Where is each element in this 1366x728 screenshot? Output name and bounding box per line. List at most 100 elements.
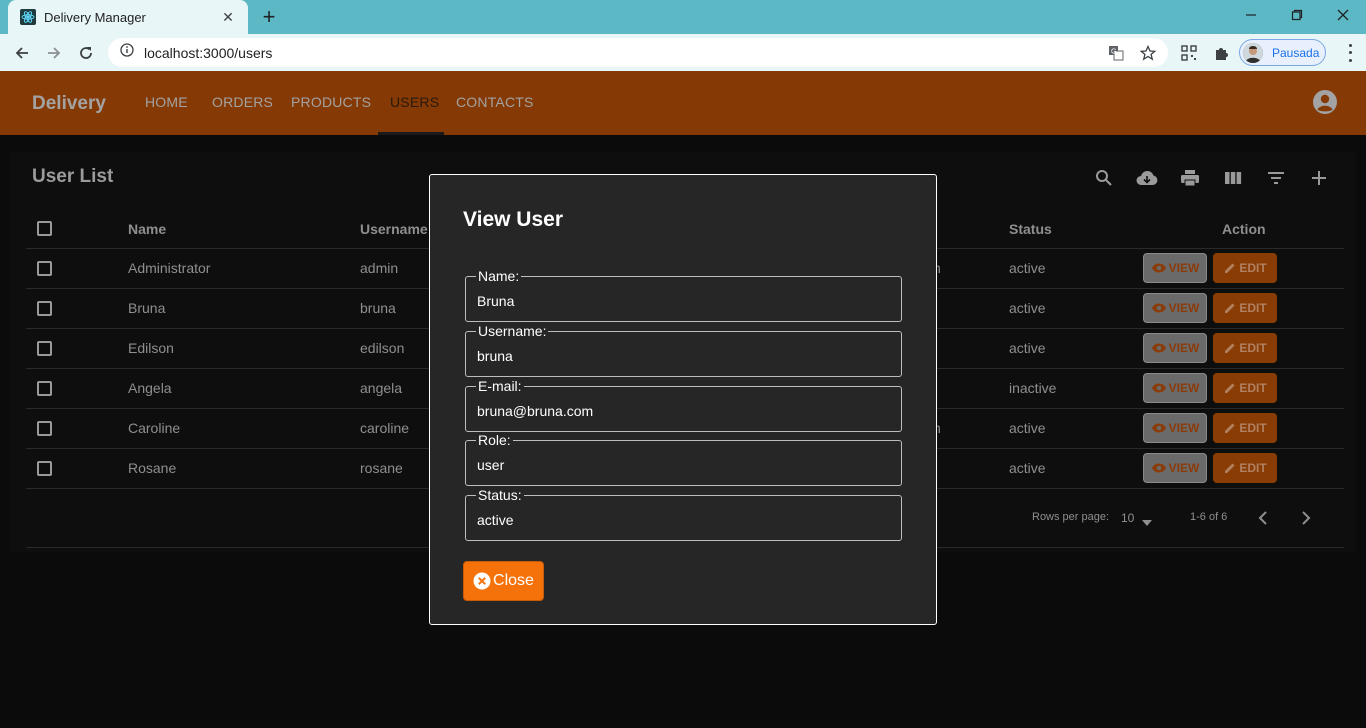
site-info-icon[interactable]: [120, 43, 134, 62]
view-button[interactable]: VIEW: [1143, 413, 1207, 443]
columns-icon[interactable]: [1222, 167, 1244, 189]
profile-label: Pausada: [1272, 45, 1320, 60]
chevron-down-icon[interactable]: [1142, 513, 1152, 531]
role-field[interactable]: Role: user: [465, 432, 902, 486]
row-checkbox[interactable]: [37, 301, 52, 316]
view-button[interactable]: VIEW: [1143, 373, 1207, 403]
eye-icon: [1151, 263, 1166, 273]
nav-orders[interactable]: ORDERS: [212, 94, 273, 110]
cell-status: active: [1009, 300, 1046, 316]
email-field[interactable]: E-mail: bruna@bruna.com: [465, 378, 902, 432]
row-checkbox[interactable]: [37, 461, 52, 476]
row-checkbox[interactable]: [37, 261, 52, 276]
cell-username: edilson: [360, 340, 405, 356]
browser-tab[interactable]: Delivery Manager ✕: [8, 0, 248, 34]
address-bar[interactable]: localhost:3000/users G: [108, 38, 1168, 67]
pencil-icon: [1225, 343, 1235, 353]
close-tab-icon[interactable]: ✕: [220, 9, 236, 25]
view-button[interactable]: VIEW: [1143, 253, 1207, 283]
dialog-title: View User: [463, 208, 564, 231]
cell-name: Angela: [128, 380, 172, 396]
select-all-checkbox[interactable]: [37, 221, 52, 236]
cell-status: active: [1009, 260, 1046, 276]
row-checkbox[interactable]: [37, 421, 52, 436]
browser-toolbar: localhost:3000/users G Pausada: [0, 34, 1366, 71]
qr-code-icon[interactable]: [1179, 43, 1199, 63]
account-circle-icon[interactable]: [1312, 89, 1338, 115]
edit-button[interactable]: EDIT: [1213, 333, 1277, 363]
print-icon[interactable]: [1179, 167, 1201, 189]
view-button-label: VIEW: [1168, 341, 1200, 355]
nav-products[interactable]: PRODUCTS: [291, 94, 371, 110]
cell-username: angela: [360, 380, 403, 396]
previous-page-icon[interactable]: [1254, 509, 1272, 527]
pencil-icon: [1225, 263, 1235, 273]
translate-icon[interactable]: G: [1107, 44, 1125, 62]
nav-users[interactable]: USERS: [390, 94, 439, 110]
extensions-icon[interactable]: [1211, 43, 1231, 63]
pencil-icon: [1225, 463, 1235, 473]
name-field[interactable]: Name: Bruna: [465, 268, 902, 322]
forward-icon[interactable]: [40, 39, 68, 67]
edit-button[interactable]: EDIT: [1213, 373, 1277, 403]
profile-button[interactable]: Pausada: [1239, 39, 1326, 66]
cell-name: Edilson: [128, 340, 174, 356]
column-header-status[interactable]: Status: [1009, 221, 1052, 237]
close-button[interactable]: Close: [463, 561, 544, 601]
pagination-range: 1-6 of 6: [1190, 511, 1228, 523]
column-header-name[interactable]: Name: [128, 221, 166, 237]
pencil-icon: [1225, 303, 1235, 313]
edit-button-label: EDIT: [1239, 421, 1267, 435]
edit-button-label: EDIT: [1239, 381, 1267, 395]
field-label: Role:: [476, 432, 513, 448]
view-button[interactable]: VIEW: [1143, 333, 1207, 363]
minimize-icon[interactable]: [1228, 0, 1274, 30]
restore-icon[interactable]: [1274, 0, 1320, 30]
edit-button[interactable]: EDIT: [1213, 413, 1277, 443]
download-icon[interactable]: [1136, 167, 1158, 189]
eye-icon: [1151, 343, 1166, 353]
username-field[interactable]: Username: bruna: [465, 323, 902, 377]
column-header-username[interactable]: Username: [360, 221, 428, 237]
reload-icon[interactable]: [72, 39, 100, 67]
row-checkbox[interactable]: [37, 341, 52, 356]
close-window-icon[interactable]: [1320, 0, 1366, 30]
view-button-label: VIEW: [1168, 461, 1200, 475]
brand-logo-text[interactable]: Delivery: [32, 93, 106, 115]
back-icon[interactable]: [8, 39, 36, 67]
cell-name: Bruna: [128, 300, 166, 316]
nav-home[interactable]: HOME: [145, 94, 188, 110]
edit-button[interactable]: EDIT: [1213, 293, 1277, 323]
status-field[interactable]: Status: active: [465, 487, 902, 541]
cell-username: bruna: [360, 300, 396, 316]
bookmark-star-icon[interactable]: [1139, 44, 1157, 62]
edit-button-label: EDIT: [1239, 341, 1267, 355]
field-label: Status:: [476, 487, 524, 503]
app-header: Delivery HOME ORDERS PRODUCTS USERS CONT…: [0, 71, 1366, 135]
cell-name: Caroline: [128, 420, 181, 436]
edit-button[interactable]: EDIT: [1213, 253, 1277, 283]
close-button-label: Close: [493, 572, 534, 589]
view-button[interactable]: VIEW: [1143, 453, 1207, 483]
cell-status: active: [1009, 340, 1046, 356]
cell-name: Rosane: [128, 460, 177, 476]
new-tab-icon[interactable]: +: [256, 4, 282, 29]
rows-per-page-select[interactable]: 10: [1121, 511, 1134, 525]
filter-icon[interactable]: [1265, 167, 1287, 189]
eye-icon: [1151, 383, 1166, 393]
next-page-icon[interactable]: [1297, 509, 1315, 527]
cell-status: active: [1009, 420, 1046, 436]
row-checkbox[interactable]: [37, 381, 52, 396]
search-icon[interactable]: [1093, 167, 1115, 189]
add-icon[interactable]: [1308, 167, 1330, 189]
cell-status: inactive: [1009, 380, 1057, 396]
pencil-icon: [1225, 383, 1235, 393]
view-button[interactable]: VIEW: [1143, 293, 1207, 323]
menu-dots-icon[interactable]: [1342, 42, 1358, 64]
tab-title: Delivery Manager: [44, 9, 146, 25]
edit-button[interactable]: EDIT: [1213, 453, 1277, 483]
field-label: Name:: [476, 268, 522, 284]
cell-name: Administrator: [128, 260, 211, 276]
nav-contacts[interactable]: CONTACTS: [456, 94, 534, 110]
eye-icon: [1151, 423, 1166, 433]
